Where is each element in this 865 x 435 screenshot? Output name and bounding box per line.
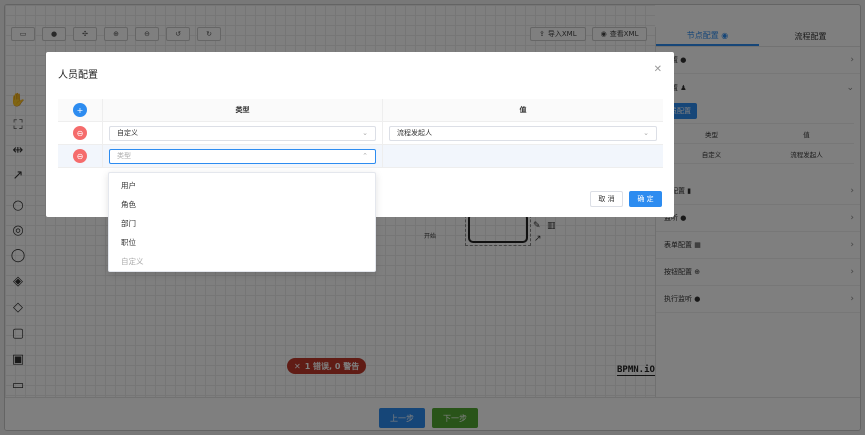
dropdown-option-dept[interactable]: 部门	[109, 214, 375, 233]
chevron-down-icon: ⌄	[643, 129, 649, 137]
type-select-placeholder: 类型	[117, 152, 131, 160]
dropdown-option-role[interactable]: 角色	[109, 195, 375, 214]
table-row: ⊖ 类型 ⌃	[58, 145, 663, 168]
type-select[interactable]: 自定义 ⌄	[109, 125, 376, 141]
value-select-value: 流程发起人	[397, 129, 432, 137]
value-cell-empty	[382, 145, 663, 167]
confirm-button[interactable]: 确 定	[629, 191, 662, 207]
column-header-value: 值	[382, 99, 663, 121]
chevron-down-icon: ⌄	[362, 129, 368, 137]
column-header-type: 类型	[102, 99, 382, 121]
table-row: ⊖ 自定义 ⌄ 流程发起人 ⌄	[58, 122, 663, 145]
delete-row-button[interactable]: ⊖	[73, 149, 87, 163]
type-select[interactable]: 类型 ⌃	[109, 148, 376, 164]
table-header: + 类型 值	[58, 99, 663, 122]
cancel-button[interactable]: 取 消	[590, 191, 623, 207]
dropdown-option-custom: 自定义	[121, 257, 144, 266]
close-icon[interactable]: ✕	[654, 64, 662, 75]
user-config-table: + 类型 值 ⊖ 自定义 ⌄ 流程发起人 ⌄ ⊖ 类型 ⌃	[58, 99, 663, 168]
dialog-title: 人员配置	[58, 70, 98, 81]
value-select[interactable]: 流程发起人 ⌄	[389, 125, 657, 141]
add-row-button[interactable]: +	[73, 103, 87, 117]
type-dropdown: 用户 角色 部门 职位 自定义	[108, 172, 376, 272]
chevron-up-icon: ⌃	[362, 152, 368, 160]
dropdown-option-position[interactable]: 职位	[109, 233, 375, 252]
type-select-value: 自定义	[117, 129, 138, 137]
dropdown-option-user[interactable]: 用户	[109, 176, 375, 195]
delete-row-button[interactable]: ⊖	[73, 126, 87, 140]
